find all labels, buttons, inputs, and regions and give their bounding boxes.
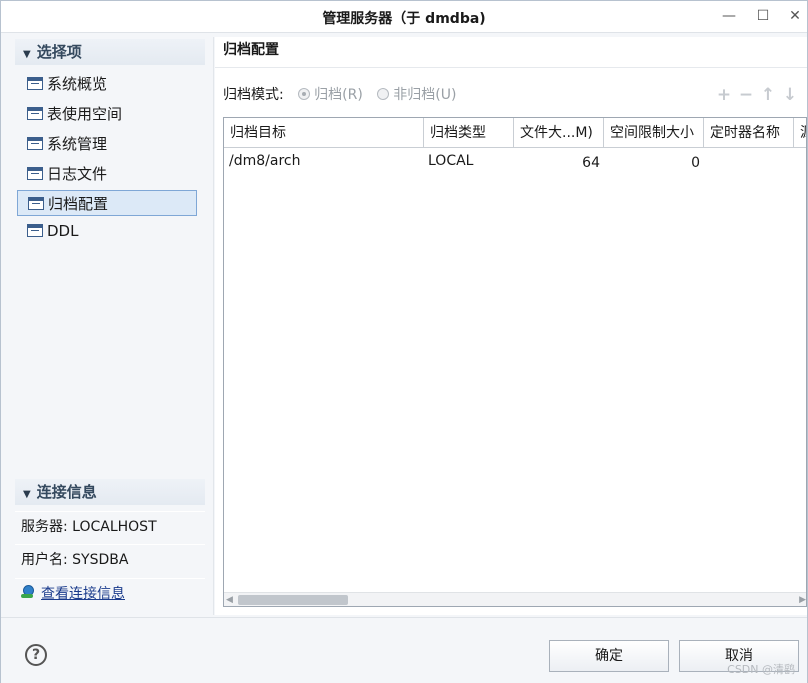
sidebar-item-label: 系统概览 xyxy=(47,75,108,93)
user-info: 用户名: SYSDBA xyxy=(15,544,205,574)
archive-mode-label: 归档模式: xyxy=(223,87,284,103)
title-divider xyxy=(215,67,807,68)
move-up-icon[interactable]: ↑ xyxy=(757,85,779,105)
radio-noarchive-label: 非归档(U) xyxy=(393,87,457,103)
sidebar-item-system-overview[interactable]: 系统概览 xyxy=(17,71,197,97)
connection-header-label: 连接信息 xyxy=(36,483,97,501)
minimize-icon[interactable]: — xyxy=(717,5,741,27)
window-title: 管理服务器（于 dmdba) xyxy=(322,11,486,27)
main-pane: 归档配置 归档模式: 归档(R) 非归档(U) + − ↑ ↓ 归档目标 归档类型 文… xyxy=(215,37,807,615)
radio-dot-icon xyxy=(298,88,311,100)
pane-divider[interactable] xyxy=(213,37,214,615)
view-connection-row: 查看连接信息 xyxy=(15,578,205,608)
watermark: CSDN @清鹞 xyxy=(727,663,795,676)
scrollbar-thumb[interactable] xyxy=(238,595,348,605)
column-header-timer-name[interactable]: 定时器名称 xyxy=(704,118,794,148)
sidebar-item-label: 归档配置 xyxy=(48,195,109,213)
page-title: 归档配置 xyxy=(223,42,279,58)
radio-noarchive[interactable]: 非归档(U) xyxy=(377,85,456,105)
dialog-window: 管理服务器（于 dmdba) — ☐ ✕ ▼ 选择项 系统概览 表使用空间 系统管… xyxy=(0,0,808,683)
sidebar-item-label: DDL xyxy=(47,222,79,240)
sidebar-item-archive-config[interactable]: 归档配置 xyxy=(17,190,197,216)
sidebar-item-log-files[interactable]: 日志文件 xyxy=(17,161,197,187)
cell-space-limit: 0 xyxy=(691,155,700,171)
archive-mode-row: 归档模式: 归档(R) 非归档(U) xyxy=(223,85,456,105)
column-header-file-size[interactable]: 文件大...M) xyxy=(514,118,604,148)
list-icon xyxy=(27,137,43,150)
cell-file-size: 64 xyxy=(582,155,600,171)
remove-icon[interactable]: − xyxy=(735,85,757,105)
collapse-triangle-icon: ▼ xyxy=(23,489,31,500)
move-down-icon[interactable]: ↓ xyxy=(779,85,801,105)
column-header-archive-type[interactable]: 归档类型 xyxy=(424,118,514,148)
horizontal-scrollbar[interactable]: ◀ ▶ xyxy=(224,592,806,606)
archive-table: 归档目标 归档类型 文件大...M) 空间限制大小 定时器名称 源 /dm8/a… xyxy=(223,117,807,607)
table-header: 归档目标 归档类型 文件大...M) 空间限制大小 定时器名称 源 xyxy=(224,118,806,148)
list-icon xyxy=(27,77,43,90)
list-icon xyxy=(27,107,43,120)
dialog-footer: ? 确定 取消 CSDN @清鹞 xyxy=(1,617,807,683)
options-section-header[interactable]: ▼ 选择项 xyxy=(15,39,205,65)
cell-archive-target: /dm8/arch xyxy=(229,153,301,169)
cell-archive-type: LOCAL xyxy=(428,153,474,169)
list-icon xyxy=(28,197,44,210)
scroll-left-icon[interactable]: ◀ xyxy=(226,593,233,606)
options-header-label: 选择项 xyxy=(36,43,82,61)
ok-button[interactable]: 确定 xyxy=(549,640,669,672)
maximize-icon[interactable]: ☐ xyxy=(751,5,775,27)
list-icon xyxy=(27,167,43,180)
collapse-triangle-icon: ▼ xyxy=(23,49,31,60)
scroll-right-icon[interactable]: ▶ xyxy=(799,593,806,606)
sidebar-item-label: 表使用空间 xyxy=(47,105,123,123)
sidebar-item-ddl[interactable]: DDL xyxy=(17,218,197,244)
help-icon[interactable]: ? xyxy=(25,644,47,666)
column-header-source[interactable]: 源 xyxy=(794,118,806,148)
connection-section-header[interactable]: ▼ 连接信息 xyxy=(15,479,205,505)
radio-dot-icon xyxy=(377,88,390,100)
server-info: 服务器: LOCALHOST xyxy=(15,511,205,541)
sidebar-item-label: 系统管理 xyxy=(47,135,108,153)
sidebar-item-label: 日志文件 xyxy=(47,165,108,183)
add-icon[interactable]: + xyxy=(713,85,735,105)
list-icon xyxy=(27,224,43,237)
sidebar-item-system-management[interactable]: 系统管理 xyxy=(17,131,197,157)
title-bar: 管理服务器（于 dmdba) — ☐ ✕ xyxy=(1,1,807,33)
left-pane: ▼ 选择项 系统概览 表使用空间 系统管理 日志文件 归档配置 DDL ▼ 连接信息 xyxy=(9,37,207,615)
radio-archive-label: 归档(R) xyxy=(314,87,363,103)
connection-icon xyxy=(21,585,35,599)
view-connection-link[interactable]: 查看连接信息 xyxy=(41,586,125,602)
table-toolbar: + − ↑ ↓ xyxy=(713,85,801,105)
column-header-archive-target[interactable]: 归档目标 xyxy=(224,118,424,148)
column-header-space-limit[interactable]: 空间限制大小 xyxy=(604,118,704,148)
close-icon[interactable]: ✕ xyxy=(783,5,807,27)
sidebar-item-table-space[interactable]: 表使用空间 xyxy=(17,101,197,127)
radio-archive[interactable]: 归档(R) xyxy=(298,85,363,105)
